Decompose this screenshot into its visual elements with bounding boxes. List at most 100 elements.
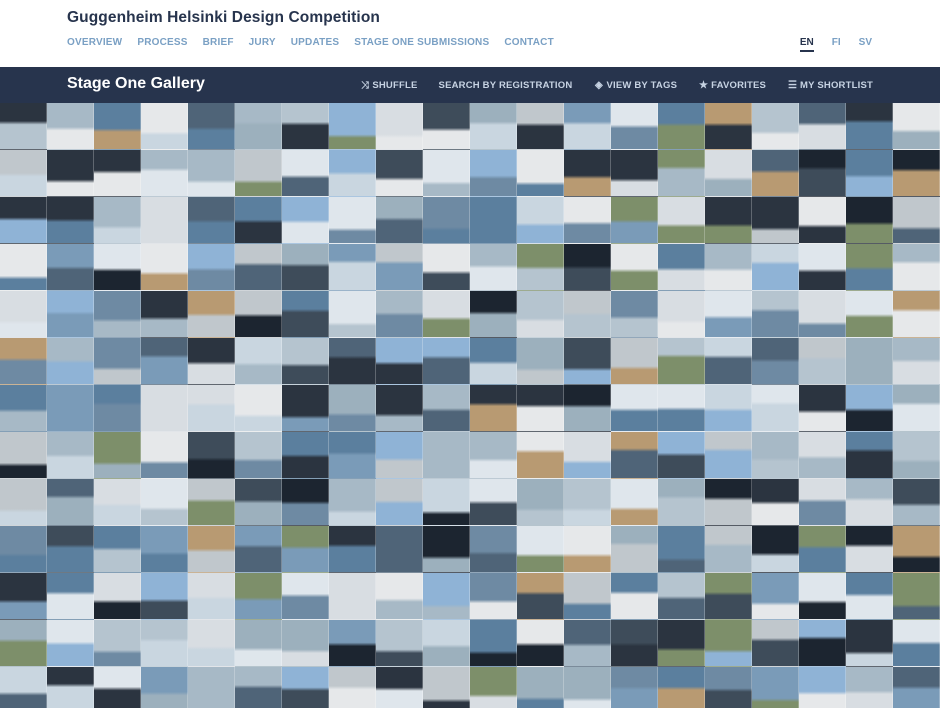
submission-thumbnail[interactable] <box>47 385 94 432</box>
submission-thumbnail[interactable] <box>846 385 893 432</box>
submission-thumbnail[interactable] <box>517 150 564 197</box>
submission-thumbnail[interactable] <box>329 150 376 197</box>
submission-thumbnail[interactable] <box>517 244 564 291</box>
submission-thumbnail[interactable] <box>658 620 705 667</box>
submission-thumbnail[interactable] <box>423 385 470 432</box>
submission-thumbnail[interactable] <box>47 197 94 244</box>
submission-thumbnail[interactable] <box>846 291 893 338</box>
submission-thumbnail[interactable] <box>517 103 564 150</box>
submission-thumbnail[interactable] <box>564 526 611 573</box>
favorites-button[interactable]: ★ FAVORITES <box>698 80 766 91</box>
submission-thumbnail[interactable] <box>0 103 47 150</box>
submission-thumbnail[interactable] <box>141 667 188 708</box>
submission-thumbnail[interactable] <box>799 150 846 197</box>
submission-thumbnail[interactable] <box>564 338 611 385</box>
submission-thumbnail[interactable] <box>893 244 940 291</box>
submission-thumbnail[interactable] <box>705 432 752 479</box>
submission-thumbnail[interactable] <box>705 291 752 338</box>
submission-thumbnail[interactable] <box>611 197 658 244</box>
submission-thumbnail[interactable] <box>799 479 846 526</box>
submission-thumbnail[interactable] <box>235 197 282 244</box>
submission-thumbnail[interactable] <box>470 667 517 708</box>
submission-thumbnail[interactable] <box>0 150 47 197</box>
submission-thumbnail[interactable] <box>893 479 940 526</box>
submission-thumbnail[interactable] <box>517 291 564 338</box>
submission-thumbnail[interactable] <box>188 150 235 197</box>
submission-thumbnail[interactable] <box>94 526 141 573</box>
submission-thumbnail[interactable] <box>329 667 376 708</box>
submission-thumbnail[interactable] <box>893 620 940 667</box>
submission-thumbnail[interactable] <box>376 103 423 150</box>
submission-thumbnail[interactable] <box>329 526 376 573</box>
submission-thumbnail[interactable] <box>188 197 235 244</box>
submission-thumbnail[interactable] <box>329 432 376 479</box>
submission-thumbnail[interactable] <box>376 479 423 526</box>
submission-thumbnail[interactable] <box>564 291 611 338</box>
submission-thumbnail[interactable] <box>799 103 846 150</box>
submission-thumbnail[interactable] <box>564 620 611 667</box>
submission-thumbnail[interactable] <box>893 338 940 385</box>
submission-thumbnail[interactable] <box>141 244 188 291</box>
submission-thumbnail[interactable] <box>0 573 47 620</box>
submission-thumbnail[interactable] <box>423 338 470 385</box>
submission-thumbnail[interactable] <box>188 385 235 432</box>
submission-thumbnail[interactable] <box>141 385 188 432</box>
submission-thumbnail[interactable] <box>423 244 470 291</box>
submission-thumbnail[interactable] <box>470 244 517 291</box>
submission-thumbnail[interactable] <box>517 479 564 526</box>
submission-thumbnail[interactable] <box>329 385 376 432</box>
submission-thumbnail[interactable] <box>564 244 611 291</box>
submission-thumbnail[interactable] <box>423 150 470 197</box>
submission-thumbnail[interactable] <box>141 103 188 150</box>
submission-thumbnail[interactable] <box>658 103 705 150</box>
submission-thumbnail[interactable] <box>611 573 658 620</box>
submission-thumbnail[interactable] <box>188 573 235 620</box>
nav-jury[interactable]: JURY <box>249 37 276 48</box>
submission-thumbnail[interactable] <box>705 150 752 197</box>
submission-thumbnail[interactable] <box>705 573 752 620</box>
submission-thumbnail[interactable] <box>517 197 564 244</box>
submission-thumbnail[interactable] <box>0 338 47 385</box>
lang-en[interactable]: EN <box>799 37 814 52</box>
submission-thumbnail[interactable] <box>94 385 141 432</box>
submission-thumbnail[interactable] <box>235 338 282 385</box>
submission-thumbnail[interactable] <box>517 573 564 620</box>
submission-thumbnail[interactable] <box>611 432 658 479</box>
submission-thumbnail[interactable] <box>94 150 141 197</box>
submission-thumbnail[interactable] <box>94 479 141 526</box>
submission-thumbnail[interactable] <box>94 291 141 338</box>
submission-thumbnail[interactable] <box>0 385 47 432</box>
submission-thumbnail[interactable] <box>141 291 188 338</box>
submission-thumbnail[interactable] <box>188 479 235 526</box>
submission-thumbnail[interactable] <box>0 526 47 573</box>
submission-thumbnail[interactable] <box>235 432 282 479</box>
submission-thumbnail[interactable] <box>752 573 799 620</box>
submission-thumbnail[interactable] <box>658 244 705 291</box>
submission-thumbnail[interactable] <box>752 432 799 479</box>
submission-thumbnail[interactable] <box>141 432 188 479</box>
submission-thumbnail[interactable] <box>611 291 658 338</box>
submission-thumbnail[interactable] <box>893 667 940 708</box>
submission-thumbnail[interactable] <box>846 479 893 526</box>
submission-thumbnail[interactable] <box>705 479 752 526</box>
submission-thumbnail[interactable] <box>188 432 235 479</box>
submission-thumbnail[interactable] <box>705 385 752 432</box>
submission-thumbnail[interactable] <box>611 103 658 150</box>
shuffle-button[interactable]: ⤨ SHUFFLE <box>359 80 418 91</box>
submission-thumbnail[interactable] <box>0 291 47 338</box>
submission-thumbnail[interactable] <box>329 479 376 526</box>
submission-thumbnail[interactable] <box>282 244 329 291</box>
submission-thumbnail[interactable] <box>235 526 282 573</box>
submission-thumbnail[interactable] <box>329 338 376 385</box>
submission-thumbnail[interactable] <box>893 432 940 479</box>
submission-thumbnail[interactable] <box>376 432 423 479</box>
submission-thumbnail[interactable] <box>141 620 188 667</box>
submission-thumbnail[interactable] <box>799 432 846 479</box>
submission-thumbnail[interactable] <box>564 150 611 197</box>
submission-thumbnail[interactable] <box>423 103 470 150</box>
lang-sv[interactable]: SV <box>859 37 872 52</box>
submission-thumbnail[interactable] <box>564 432 611 479</box>
submission-thumbnail[interactable] <box>141 338 188 385</box>
submission-thumbnail[interactable] <box>611 338 658 385</box>
submission-thumbnail[interactable] <box>329 573 376 620</box>
